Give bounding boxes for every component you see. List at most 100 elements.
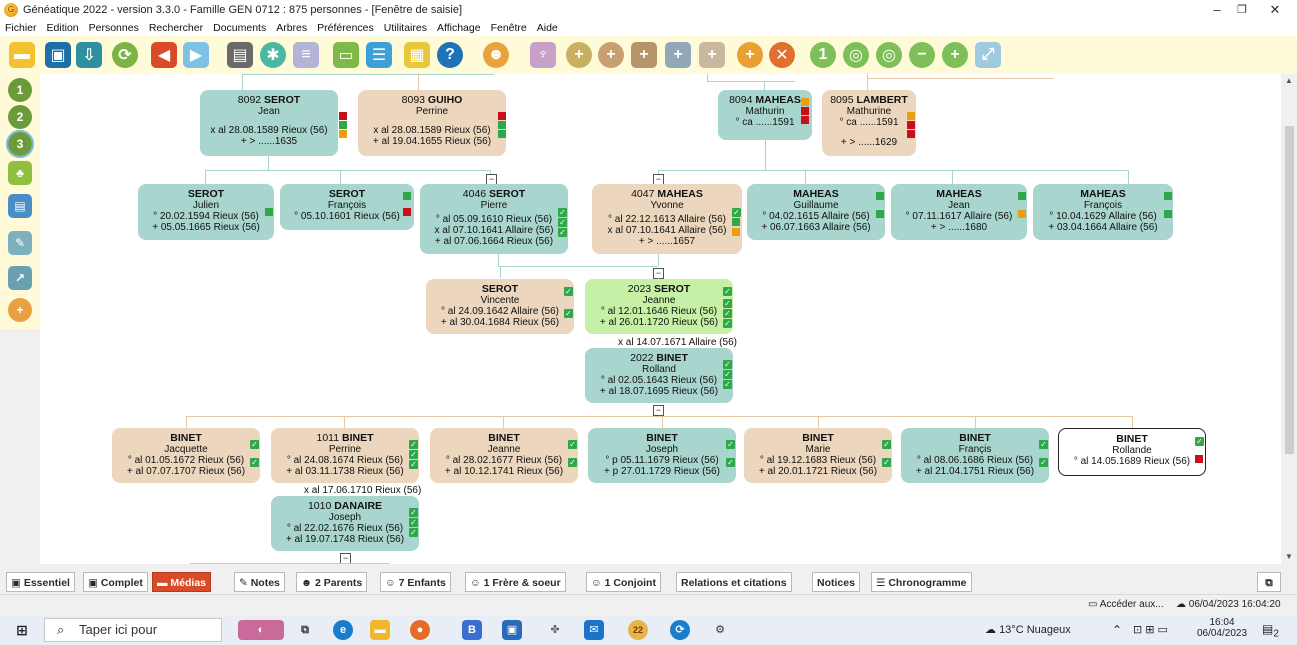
- person-card-4047[interactable]: 4047 MAHEAS Yvonne ° al 22.12.1613 Allai…: [592, 184, 742, 254]
- fullscreen-icon[interactable]: ⤢: [975, 42, 1001, 68]
- taskbar-search[interactable]: ⌕ Taper ici pour: [44, 618, 222, 642]
- tab-essentiel[interactable]: ▣ Essentiel: [6, 572, 75, 592]
- menu-arbres[interactable]: Arbres: [276, 22, 307, 34]
- export-icon[interactable]: ⇩: [76, 42, 102, 68]
- zoom-minus-icon[interactable]: −: [909, 42, 935, 68]
- person-card-2023[interactable]: 2023 SEROT Jeanne ° al 12.01.1646 Rieux …: [585, 279, 733, 334]
- generation-3-icon[interactable]: 3: [6, 130, 34, 158]
- notification-icon[interactable]: ▤2: [1262, 622, 1279, 639]
- person-card-binet-rollande[interactable]: BINET Rollande ° al 14.05.1689 Rieux (56…: [1058, 428, 1206, 476]
- person-card-binet-joseph[interactable]: BINET Joseph ° p 05.11.1679 Rieux (56) +…: [588, 428, 736, 483]
- menu-documents[interactable]: Documents: [213, 22, 266, 34]
- zoom-1-icon[interactable]: 1: [810, 42, 836, 68]
- generation-2-icon[interactable]: 2: [8, 105, 32, 129]
- menu-preferences[interactable]: Préférences: [317, 22, 374, 34]
- sync-app-icon[interactable]: ⟳: [670, 620, 690, 640]
- tab-chronogramme[interactable]: ☰ Chronogramme: [871, 572, 972, 592]
- person-card-8092[interactable]: 8092 SEROT Jean x al 28.08.1589 Rieux (5…: [200, 90, 347, 156]
- person-card-serot-julien[interactable]: SEROT Julien ° 20.02.1594 Rieux (56) + 0…: [138, 184, 274, 240]
- person-card-1010[interactable]: 1010 DANAIRE Joseph ° al 22.02.1676 Rieu…: [271, 496, 419, 551]
- task-view-icon[interactable]: ⧉: [295, 620, 315, 640]
- zoom-out-icon[interactable]: ◎: [843, 42, 869, 68]
- folder-icon[interactable]: ▬: [9, 42, 35, 68]
- add-mother-icon[interactable]: +: [598, 42, 624, 68]
- tab-notes[interactable]: ✎ Notes: [234, 572, 285, 592]
- person-card-maheas-jean[interactable]: MAHEAS Jean ° 07.11.1617 Allaire (56) + …: [891, 184, 1027, 240]
- tree-icon[interactable]: ♆: [530, 42, 556, 68]
- news-icon[interactable]: ◐: [238, 620, 284, 640]
- scroll-thumb[interactable]: [1285, 126, 1294, 454]
- id-card-icon[interactable]: ▭: [333, 42, 359, 68]
- edge-icon[interactable]: e: [333, 620, 353, 640]
- tab-enfants[interactable]: ☺ 7 Enfants: [380, 572, 451, 592]
- file-explorer-icon[interactable]: ▬: [370, 620, 390, 640]
- tree-canvas[interactable]: 8092 SEROT Jean x al 28.08.1589 Rieux (5…: [40, 74, 1281, 564]
- person-card-serot-vincente[interactable]: SEROT Vincente ° al 24.09.1642 Allaire (…: [426, 279, 574, 334]
- person-card-maheas-francois[interactable]: MAHEAS François ° 10.04.1629 Allaire (56…: [1033, 184, 1173, 240]
- external-window-icon[interactable]: ⧉: [1257, 572, 1281, 592]
- grid-icon[interactable]: ▦: [404, 42, 430, 68]
- zoom-plus-icon[interactable]: +: [942, 42, 968, 68]
- zoom-fit-icon[interactable]: ◎: [876, 42, 902, 68]
- status-access[interactable]: ▭ Accéder aux...: [1088, 599, 1164, 610]
- clock[interactable]: 16:04 06/04/2023: [1196, 617, 1248, 639]
- menu-edition[interactable]: Edition: [47, 22, 79, 34]
- help-icon[interactable]: ?: [437, 42, 463, 68]
- bitwarden-icon[interactable]: B: [462, 620, 482, 640]
- printer-icon[interactable]: ▤: [8, 194, 32, 218]
- geneatique-taskbar-icon[interactable]: 22: [628, 620, 648, 640]
- tab-conjoint[interactable]: ☺ 1 Conjoint: [586, 572, 661, 592]
- add-father-icon[interactable]: +: [566, 42, 592, 68]
- tray-icons[interactable]: ⊡ ⊞ ▭: [1133, 623, 1168, 636]
- settings-icon[interactable]: ✱: [260, 42, 286, 68]
- person-card-binet-jacquette[interactable]: BINET Jacquette ° al 01.05.1672 Rieux (5…: [112, 428, 260, 483]
- tab-relations[interactable]: Relations et citations: [676, 572, 792, 592]
- person-card-binet-francis[interactable]: BINET Françis ° al 08.06.1686 Rieux (56)…: [901, 428, 1049, 483]
- delete-person-icon[interactable]: ✕: [769, 42, 795, 68]
- tab-frere-soeur[interactable]: ☺ 1 Frère & soeur: [465, 572, 566, 592]
- menu-rechercher[interactable]: Rechercher: [149, 22, 203, 34]
- add-spouse-icon[interactable]: +: [737, 42, 763, 68]
- menu-utilitaires[interactable]: Utilitaires: [384, 22, 427, 34]
- add-parents-icon[interactable]: +: [631, 42, 657, 68]
- save-icon[interactable]: ▣: [45, 42, 71, 68]
- person-card-2022[interactable]: 2022 BINET Rolland ° al 02.05.1643 Rieux…: [585, 348, 733, 403]
- menu-personnes[interactable]: Personnes: [89, 22, 139, 34]
- person-card-binet-jeanne[interactable]: BINET Jeanne ° al 28.02.1677 Rieux (56) …: [430, 428, 578, 483]
- person-card-maheas-guillaume[interactable]: MAHEAS Guillaume ° 04.02.1615 Allaire (5…: [747, 184, 885, 240]
- store-icon[interactable]: ▣: [502, 620, 522, 640]
- person-card-4046[interactable]: 4046 SEROT Pierre ° al 05.09.1610 Rieux …: [420, 184, 568, 254]
- collapse-toggle[interactable]: −: [653, 405, 664, 416]
- person-card-binet-marie[interactable]: BINET Marie ° al 19.12.1683 Rieux (56) +…: [744, 428, 892, 483]
- person-card-8094[interactable]: 8094 MAHEAS Mathurin ° ca ......1591: [718, 90, 812, 140]
- back-arrow-icon[interactable]: ◀: [151, 42, 177, 68]
- close-button[interactable]: ✕: [1255, 0, 1295, 20]
- tray-chevron-icon[interactable]: ⌃: [1112, 623, 1122, 637]
- firefox-icon[interactable]: ●: [410, 620, 430, 640]
- scroll-up-icon[interactable]: ▲: [1281, 76, 1297, 85]
- generation-1-icon[interactable]: 1: [8, 78, 32, 102]
- windows-start-icon[interactable]: ⊞: [12, 620, 32, 640]
- print-icon[interactable]: ▤: [227, 42, 253, 68]
- refresh-icon[interactable]: ⟳: [112, 42, 138, 68]
- tree-view-icon[interactable]: ♣: [8, 161, 32, 185]
- scroll-down-icon[interactable]: ▼: [1281, 552, 1297, 561]
- weather-widget[interactable]: ☁ 13°C Nuageux: [985, 623, 1071, 636]
- network-app-icon[interactable]: ✤: [545, 620, 565, 640]
- forward-arrow-icon[interactable]: ▶: [183, 42, 209, 68]
- add-child-icon[interactable]: +: [665, 42, 691, 68]
- chart-icon[interactable]: ↗: [8, 266, 32, 290]
- person-card-8093[interactable]: 8093 GUIHO Perrine x al 28.08.1589 Rieux…: [358, 90, 506, 156]
- add-sibling-icon[interactable]: +: [699, 42, 725, 68]
- person-card-1011[interactable]: 1011 BINET Perrine ° al 24.08.1674 Rieux…: [271, 428, 419, 483]
- settings-taskbar-icon[interactable]: ⚙: [710, 620, 730, 640]
- mail-icon[interactable]: ✉: [584, 620, 604, 640]
- person-card-8095[interactable]: 8095 LAMBERT Mathurine ° ca ......1591 +…: [822, 90, 916, 156]
- document-icon[interactable]: ≡: [293, 42, 319, 68]
- tools-icon[interactable]: ✎: [8, 231, 32, 255]
- list-icon[interactable]: ☰: [366, 42, 392, 68]
- calendar-add-icon[interactable]: +: [8, 298, 32, 322]
- vertical-scrollbar[interactable]: ▲ ▼: [1281, 74, 1297, 564]
- menu-aide[interactable]: Aide: [537, 22, 558, 34]
- menu-fenetre[interactable]: Fenêtre: [491, 22, 527, 34]
